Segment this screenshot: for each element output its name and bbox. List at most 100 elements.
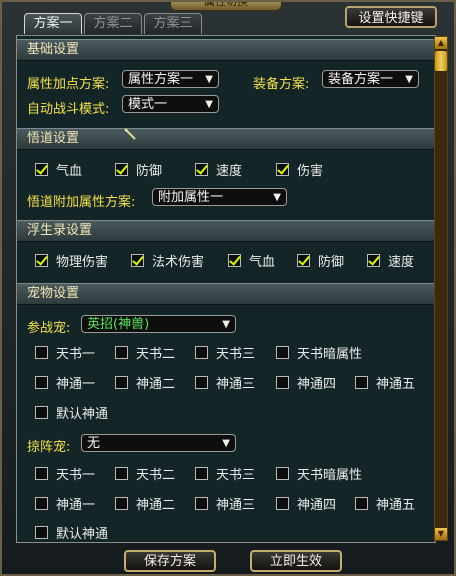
checkbox-icon bbox=[355, 376, 368, 389]
set-shortcut-button[interactable]: 设置快捷键 bbox=[345, 6, 437, 28]
checkbox-icon bbox=[115, 497, 128, 510]
scroll-down-icon[interactable]: ▼ bbox=[435, 528, 447, 540]
checkbox-icon bbox=[195, 346, 208, 359]
insight-section: 悟道设置 bbox=[17, 128, 435, 150]
check-icon bbox=[195, 163, 208, 176]
scheme-tabs: 方案一 方案二 方案三 bbox=[24, 13, 202, 35]
formation-pet-option[interactable]: 天书二 bbox=[115, 464, 175, 483]
tab-scheme-1[interactable]: 方案一 bbox=[24, 13, 82, 34]
auto-battle-value: 模式一 bbox=[128, 97, 168, 112]
scroll-up-icon[interactable]: ▲ bbox=[435, 37, 447, 49]
formation-pet-option[interactable]: 神通四 bbox=[276, 494, 336, 513]
battle-pet-option[interactable]: 神通一 bbox=[35, 373, 95, 392]
tab-scheme-3[interactable]: 方案三 bbox=[144, 13, 202, 34]
equip-plan-label: 装备方案: bbox=[253, 77, 310, 92]
insight-check-damage[interactable]: 伤害 bbox=[276, 160, 323, 179]
formation-pet-option[interactable]: 天书三 bbox=[195, 464, 255, 483]
checkbox-icon bbox=[35, 406, 48, 419]
battle-pet-label: 参战宠: bbox=[27, 321, 71, 336]
insight-extra-dropdown[interactable]: 附加属性一 ▼ bbox=[152, 188, 287, 206]
checkbox-icon bbox=[115, 467, 128, 480]
attr-plan-value: 属性方案一 bbox=[128, 72, 194, 87]
insight-check-hp[interactable]: 气血 bbox=[35, 160, 82, 179]
check-icon bbox=[228, 254, 241, 267]
mouse-cursor-icon bbox=[124, 128, 136, 140]
basic-section-title: 基础设置 bbox=[17, 39, 435, 61]
dropdown-arrow-icon: ▼ bbox=[222, 438, 230, 449]
checkbox-icon bbox=[355, 497, 368, 510]
battle-pet-dropdown[interactable]: 英招(神兽) ▼ bbox=[81, 315, 236, 333]
attr-plan-label: 属性加点方案: bbox=[27, 77, 110, 92]
insight-extra-value: 附加属性一 bbox=[158, 190, 224, 205]
checkbox-icon bbox=[35, 526, 48, 539]
fusheng-check-magic[interactable]: 法术伤害 bbox=[131, 251, 204, 270]
checkbox-icon bbox=[276, 376, 289, 389]
battle-pet-option[interactable]: 天书一 bbox=[35, 343, 95, 362]
battle-pet-option[interactable]: 神通三 bbox=[195, 373, 255, 392]
fusheng-check-defense[interactable]: 防御 bbox=[297, 251, 344, 270]
checkbox-icon bbox=[115, 346, 128, 359]
battle-pet-option[interactable]: 神通五 bbox=[355, 373, 415, 392]
checkbox-icon bbox=[35, 497, 48, 510]
checkbox-icon bbox=[195, 467, 208, 480]
tab-scheme-2[interactable]: 方案二 bbox=[84, 13, 142, 34]
window-title: 属性切换 bbox=[170, 0, 282, 11]
check-icon bbox=[35, 254, 48, 267]
formation-pet-label: 掠阵宠: bbox=[27, 440, 71, 455]
battle-pet-option[interactable]: 天书暗属性 bbox=[276, 343, 362, 362]
checkbox-icon bbox=[276, 497, 289, 510]
checkbox-icon bbox=[195, 497, 208, 510]
formation-pet-option[interactable]: 神通三 bbox=[195, 494, 255, 513]
check-icon bbox=[115, 163, 128, 176]
fusheng-check-physical[interactable]: 物理伤害 bbox=[35, 251, 108, 270]
checkbox-icon bbox=[276, 467, 289, 480]
dropdown-arrow-icon: ▼ bbox=[405, 74, 413, 85]
equip-plan-dropdown[interactable]: 装备方案一 ▼ bbox=[322, 70, 419, 88]
fusheng-section: 浮生录设置 bbox=[17, 220, 435, 242]
dropdown-arrow-icon: ▼ bbox=[205, 99, 213, 110]
check-icon bbox=[131, 254, 144, 267]
formation-pet-option[interactable]: 神通二 bbox=[115, 494, 175, 513]
auto-battle-label: 自动战斗模式: bbox=[27, 102, 110, 117]
formation-pet-option[interactable]: 神通一 bbox=[35, 494, 95, 513]
battle-pet-option[interactable]: 神通二 bbox=[115, 373, 175, 392]
checkbox-icon bbox=[35, 376, 48, 389]
fusheng-section-title: 浮生录设置 bbox=[17, 220, 435, 242]
apply-now-button[interactable]: 立即生效 bbox=[250, 550, 342, 572]
battle-pet-option[interactable]: 天书二 bbox=[115, 343, 175, 362]
battle-pet-option[interactable]: 天书三 bbox=[195, 343, 255, 362]
checkbox-icon bbox=[115, 376, 128, 389]
settings-panel: 基础设置 属性加点方案: 属性方案一 ▼ 装备方案: 装备方案一 ▼ 自动战斗模… bbox=[16, 35, 436, 543]
checkbox-icon bbox=[195, 376, 208, 389]
checkbox-icon bbox=[35, 467, 48, 480]
check-icon bbox=[276, 163, 289, 176]
formation-pet-option[interactable]: 天书暗属性 bbox=[276, 464, 362, 483]
checkbox-icon bbox=[276, 346, 289, 359]
battle-pet-option[interactable]: 神通四 bbox=[276, 373, 336, 392]
formation-pet-option[interactable]: 神通五 bbox=[355, 494, 415, 513]
check-icon bbox=[35, 163, 48, 176]
insight-check-defense[interactable]: 防御 bbox=[115, 160, 162, 179]
check-icon bbox=[297, 254, 310, 267]
dropdown-arrow-icon: ▼ bbox=[273, 192, 281, 203]
save-plan-button[interactable]: 保存方案 bbox=[124, 550, 216, 572]
dropdown-arrow-icon: ▼ bbox=[222, 319, 230, 330]
battle-pet-value: 英招(神兽) bbox=[87, 317, 150, 332]
pet-section: 宠物设置 bbox=[17, 283, 435, 305]
insight-section-title: 悟道设置 bbox=[17, 128, 435, 150]
formation-pet-option[interactable]: 天书一 bbox=[35, 464, 95, 483]
fusheng-check-speed[interactable]: 速度 bbox=[367, 251, 414, 270]
dropdown-arrow-icon: ▼ bbox=[205, 74, 213, 85]
insight-check-speed[interactable]: 速度 bbox=[195, 160, 242, 179]
formation-pet-option[interactable]: 默认神通 bbox=[35, 523, 108, 542]
battle-pet-option[interactable]: 默认神通 bbox=[35, 403, 108, 422]
vertical-scrollbar[interactable]: ▲ ▼ bbox=[434, 36, 448, 541]
formation-pet-value: 无 bbox=[87, 436, 101, 451]
formation-pet-dropdown[interactable]: 无 ▼ bbox=[81, 434, 236, 452]
equip-plan-value: 装备方案一 bbox=[328, 72, 394, 87]
fusheng-check-hp[interactable]: 气血 bbox=[228, 251, 275, 270]
scrollbar-thumb[interactable] bbox=[435, 51, 447, 71]
attr-plan-dropdown[interactable]: 属性方案一 ▼ bbox=[122, 70, 219, 88]
insight-extra-label: 悟道附加属性方案: bbox=[27, 195, 136, 210]
auto-battle-dropdown[interactable]: 模式一 ▼ bbox=[122, 95, 219, 113]
